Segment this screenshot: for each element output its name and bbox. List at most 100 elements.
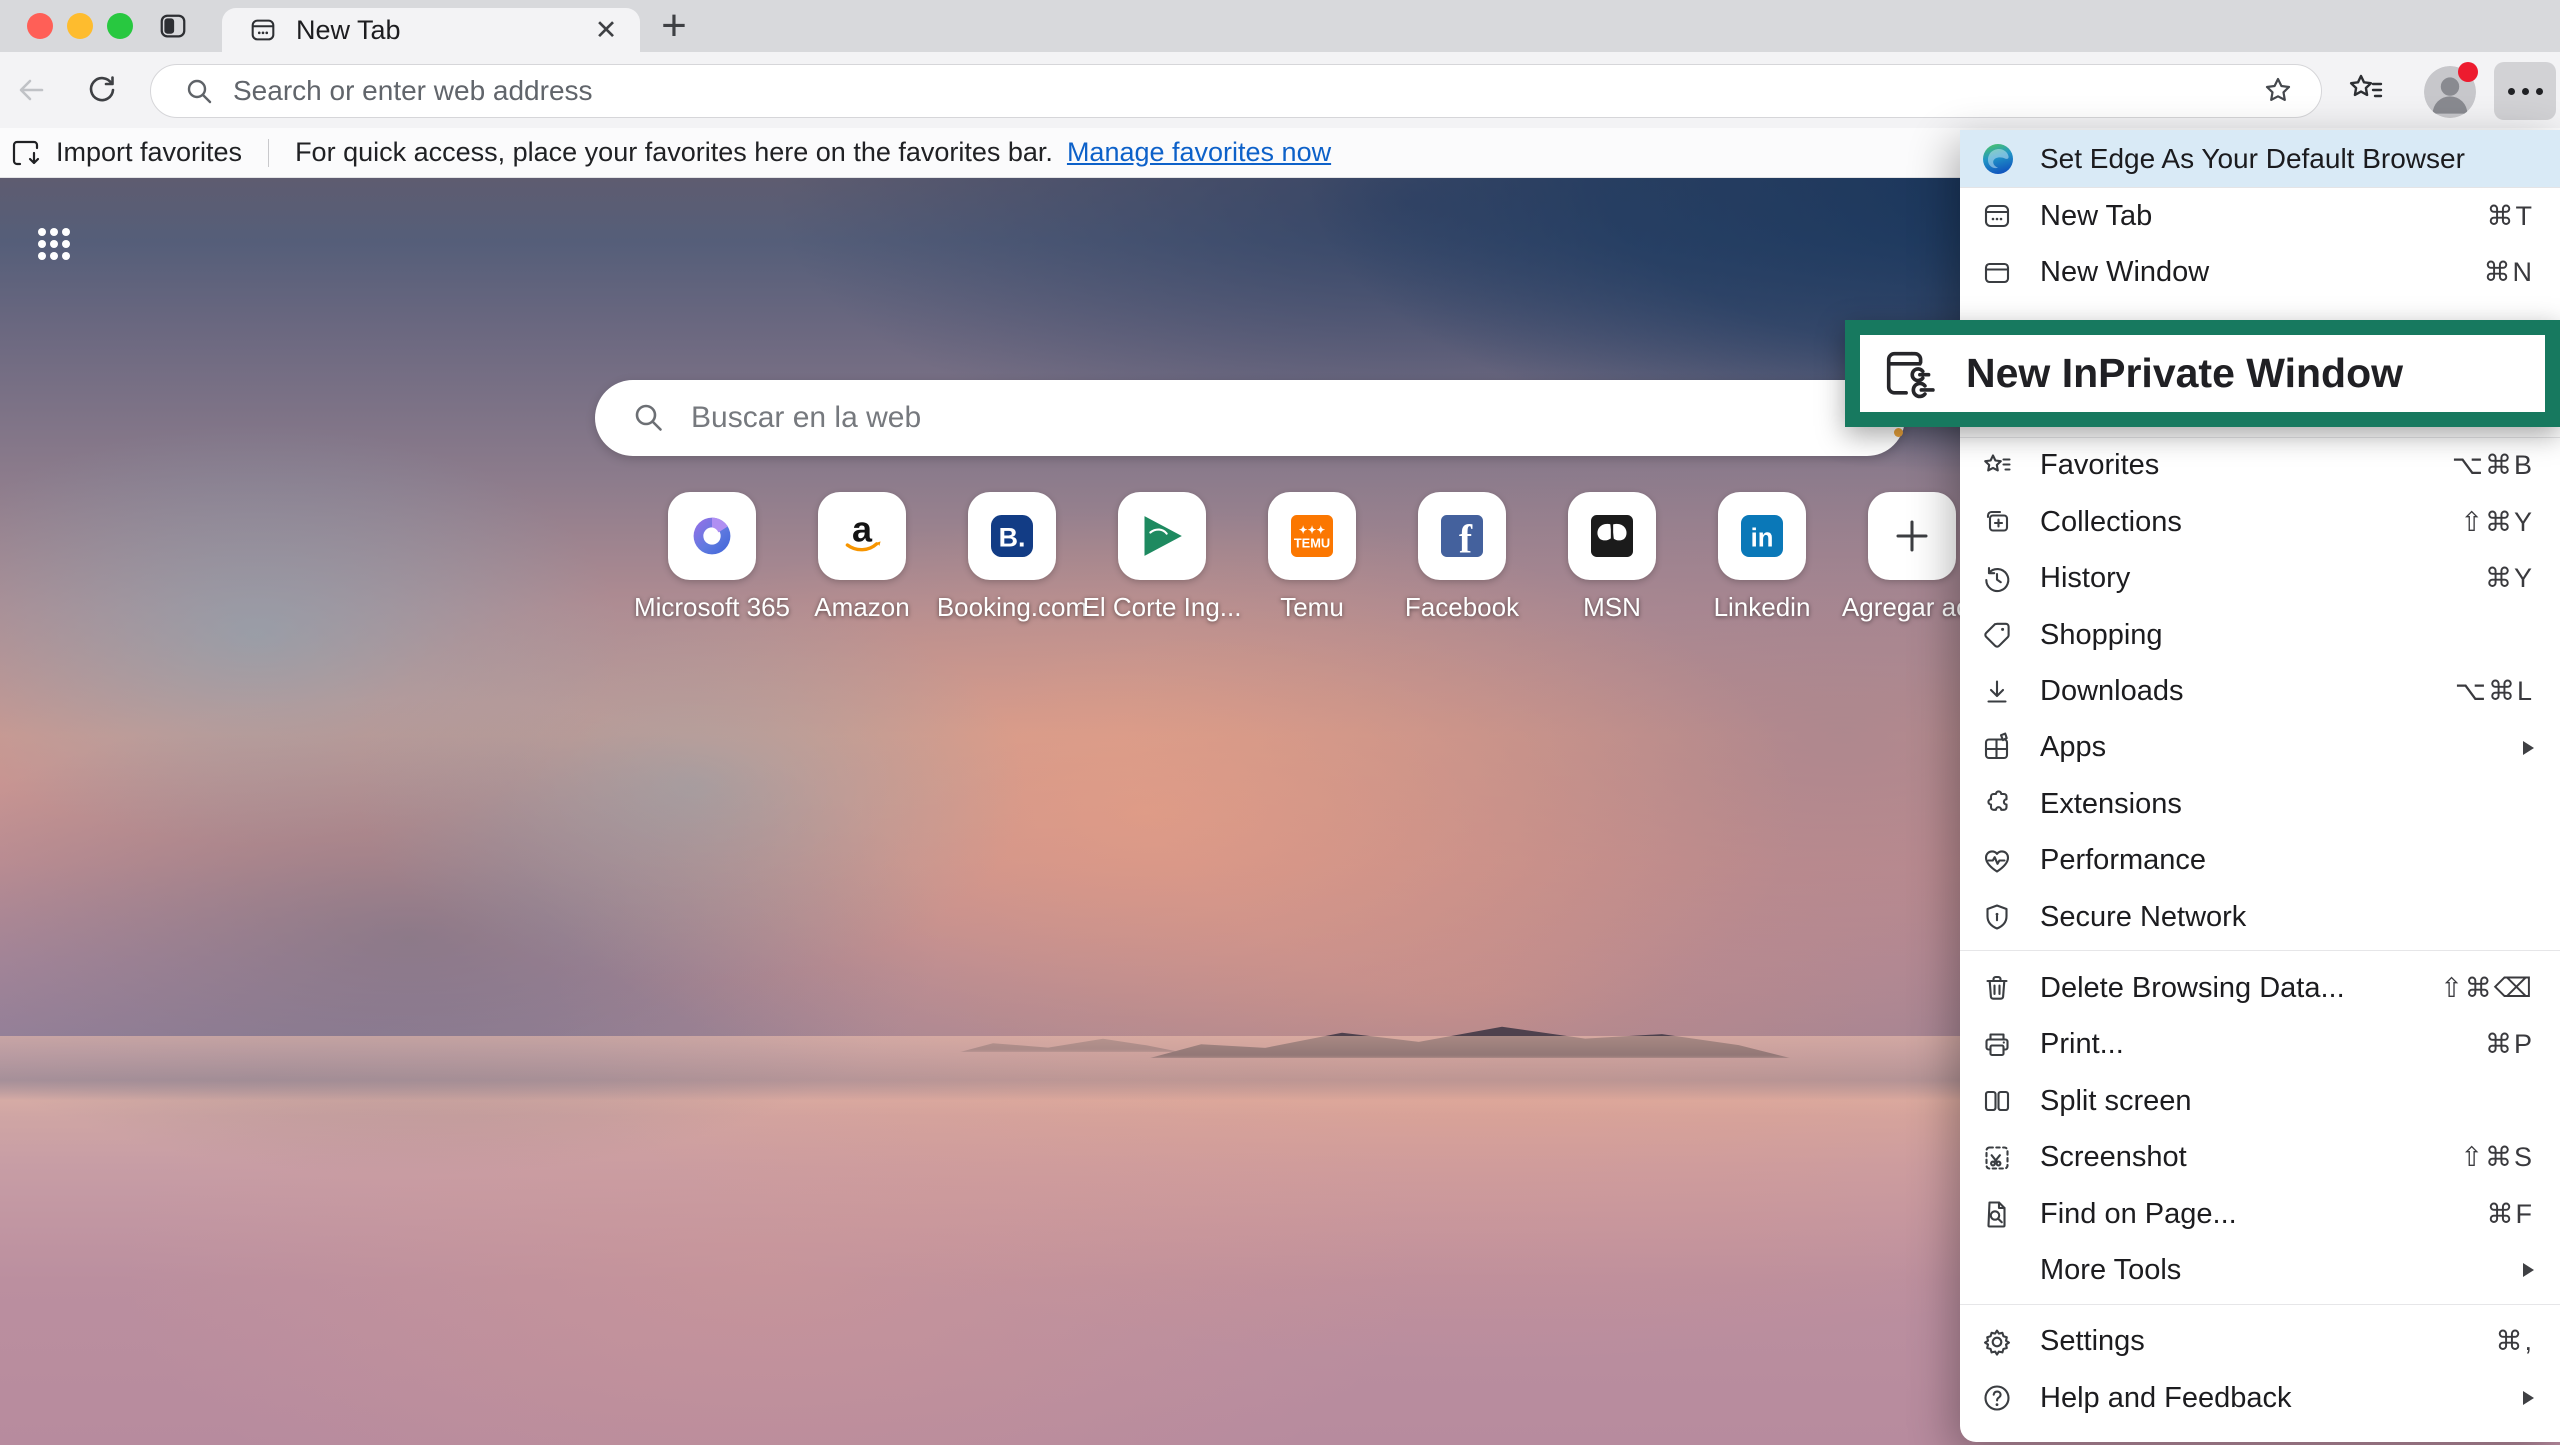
web-search-box[interactable] xyxy=(595,380,1905,456)
settings-and-more-button[interactable] xyxy=(2494,62,2556,120)
add-shortcut-icon[interactable] xyxy=(1868,492,1956,580)
blank-icon xyxy=(1980,1253,2014,1287)
menu-item-delete-browsing-data[interactable]: Delete Browsing Data...⇧⌘⌫ xyxy=(1960,960,2560,1016)
favorites-bar-icon[interactable] xyxy=(2346,70,2386,110)
keyboard-shortcut: ⌘Y xyxy=(2485,563,2534,594)
menu-item-label: Extensions xyxy=(2040,788,2534,821)
reload-icon[interactable] xyxy=(84,72,120,108)
maximize-window-button[interactable] xyxy=(107,13,133,39)
shortcut-microsoft-365[interactable]: Microsoft 365 xyxy=(668,492,756,580)
menu-item-extensions[interactable]: Extensions xyxy=(1960,776,2560,832)
menu-item-secure-network[interactable]: Secure Network xyxy=(1960,889,2560,945)
menu-item-label: Set Edge As Your Default Browser xyxy=(2040,143,2560,175)
import-favorites-icon xyxy=(10,137,42,169)
amazon-icon[interactable]: a xyxy=(818,492,906,580)
shortcut-facebook[interactable]: fFacebook xyxy=(1418,492,1506,580)
close-window-button[interactable] xyxy=(27,13,53,39)
web-search-input[interactable] xyxy=(689,400,1905,436)
workspaces-icon[interactable] xyxy=(158,11,188,41)
el-corte-ingles-icon[interactable] xyxy=(1118,492,1206,580)
menu-item-label: Performance xyxy=(2040,844,2534,877)
shortcut-booking[interactable]: B.Booking.com xyxy=(968,492,1056,580)
keyboard-shortcut: ⌘T xyxy=(2487,201,2535,232)
facebook-icon[interactable]: f xyxy=(1418,492,1506,580)
svg-text:B.: B. xyxy=(999,523,1026,553)
menu-item-new-window[interactable]: New Window⌘N xyxy=(1960,244,2560,300)
divider xyxy=(268,139,269,167)
settings-icon xyxy=(1980,1325,2014,1359)
menu-item-apps[interactable]: Apps xyxy=(1960,720,2560,776)
shortcut-amazon[interactable]: aAmazon xyxy=(818,492,906,580)
menu-item-label: Favorites xyxy=(2040,449,2452,482)
menu-item-more-tools[interactable]: More Tools xyxy=(1960,1242,2560,1298)
menu-item-favorites[interactable]: Favorites⌥⌘B xyxy=(1960,438,2560,494)
menu-item-label: Collections xyxy=(2040,506,2460,539)
menu-item-performance[interactable]: Performance xyxy=(1960,833,2560,889)
msn-icon[interactable] xyxy=(1568,492,1656,580)
delete-icon xyxy=(1980,971,2014,1005)
menu-item-find-on-page[interactable]: Find on Page...⌘F xyxy=(1960,1186,2560,1242)
new-tab-page-icon xyxy=(248,15,278,45)
menu-item-downloads[interactable]: Downloads⌥⌘L xyxy=(1960,663,2560,719)
menu-item-history[interactable]: History⌘Y xyxy=(1960,551,2560,607)
shortcut-temu[interactable]: ✦✦✦TEMUTemu xyxy=(1268,492,1356,580)
url-input[interactable] xyxy=(231,74,2261,108)
tab-close-icon[interactable]: ✕ xyxy=(588,12,624,48)
keyboard-shortcut: ⌘, xyxy=(2495,1326,2534,1357)
linkedin-icon[interactable]: in xyxy=(1718,492,1806,580)
menu-item-label: Help and Feedback xyxy=(2040,1382,2509,1415)
search-icon xyxy=(183,75,215,107)
menu-item-shopping[interactable]: Shopping xyxy=(1960,607,2560,663)
menu-item-screenshot[interactable]: Screenshot⇧⌘S xyxy=(1960,1129,2560,1185)
secure-network-icon xyxy=(1980,900,2014,934)
shortcut-add-shortcut[interactable]: Agregar acc xyxy=(1868,492,1956,580)
menu-item-settings[interactable]: Settings⌘, xyxy=(1960,1314,2560,1370)
inprivate-highlight[interactable]: New InPrivate Window xyxy=(1845,320,2560,427)
temu-icon[interactable]: ✦✦✦TEMU xyxy=(1268,492,1356,580)
manage-favorites-link[interactable]: Manage favorites now xyxy=(1067,137,1331,168)
keyboard-shortcut: ⌘N xyxy=(2484,257,2535,288)
menu-item-help-and-feedback[interactable]: Help and Feedback xyxy=(1960,1370,2560,1426)
menu-item-print[interactable]: Print...⌘P xyxy=(1960,1017,2560,1073)
shortcut-row: Microsoft 365 aAmazon B.Booking.com El Cort… xyxy=(668,492,1956,580)
browser-window: New Tab ✕ + xyxy=(0,0,2560,1445)
extensions-icon xyxy=(1980,787,2014,821)
new-window-icon xyxy=(1980,256,2014,290)
menu-item-label: New Tab xyxy=(2040,200,2487,233)
keyboard-shortcut: ⌥⌘L xyxy=(2455,676,2534,707)
shortcut-el-corte-ingles[interactable]: El Corte Ing... xyxy=(1118,492,1206,580)
menu-item-label: Print... xyxy=(2040,1028,2485,1061)
booking-icon[interactable]: B. xyxy=(968,492,1056,580)
favorite-this-page-icon[interactable] xyxy=(2261,74,2295,108)
back-icon[interactable] xyxy=(14,72,50,108)
chevron-right-icon xyxy=(2523,1263,2534,1277)
menu-item-split-screen[interactable]: Split screen xyxy=(1960,1073,2560,1129)
svg-text:f: f xyxy=(1459,517,1473,561)
chevron-right-icon xyxy=(2523,741,2534,755)
import-favorites-button[interactable]: Import favorites xyxy=(56,137,242,168)
minimize-window-button[interactable] xyxy=(67,13,93,39)
menu-item-label: New Window xyxy=(2040,256,2484,289)
shortcut-msn[interactable]: MSN xyxy=(1568,492,1656,580)
app-launcher-icon[interactable] xyxy=(38,228,70,260)
new-tab-button[interactable]: + xyxy=(650,2,698,50)
menu-item-label: Split screen xyxy=(2040,1085,2534,1118)
history-icon xyxy=(1980,562,2014,596)
menu-item-collections[interactable]: Collections⇧⌘Y xyxy=(1960,494,2560,550)
apps-icon xyxy=(1980,731,2014,765)
menu-item-new-tab[interactable]: New Tab⌘T xyxy=(1960,188,2560,244)
keyboard-shortcut: ⇧⌘S xyxy=(2460,1142,2534,1173)
address-bar[interactable] xyxy=(150,64,2322,118)
menu-group: Settings⌘, Help and Feedback xyxy=(1960,1314,2560,1427)
tab-strip: New Tab ✕ + xyxy=(0,0,2560,52)
microsoft-365-icon[interactable] xyxy=(668,492,756,580)
menu-item-label: Delete Browsing Data... xyxy=(2040,972,2440,1005)
shortcut-linkedin[interactable]: inLinkedin xyxy=(1718,492,1806,580)
menu-item-set-default-browser[interactable]: Set Edge As Your Default Browser xyxy=(1960,130,2560,188)
menu-group: Delete Browsing Data...⇧⌘⌫Print...⌘P Spli… xyxy=(1960,960,2560,1298)
inprivate-highlight-label: New InPrivate Window xyxy=(1966,350,2403,397)
keyboard-shortcut: ⇧⌘Y xyxy=(2460,507,2534,538)
profile-button[interactable] xyxy=(2424,66,2476,118)
tab-new-tab[interactable]: New Tab ✕ xyxy=(222,8,640,52)
search-icon xyxy=(631,400,667,436)
